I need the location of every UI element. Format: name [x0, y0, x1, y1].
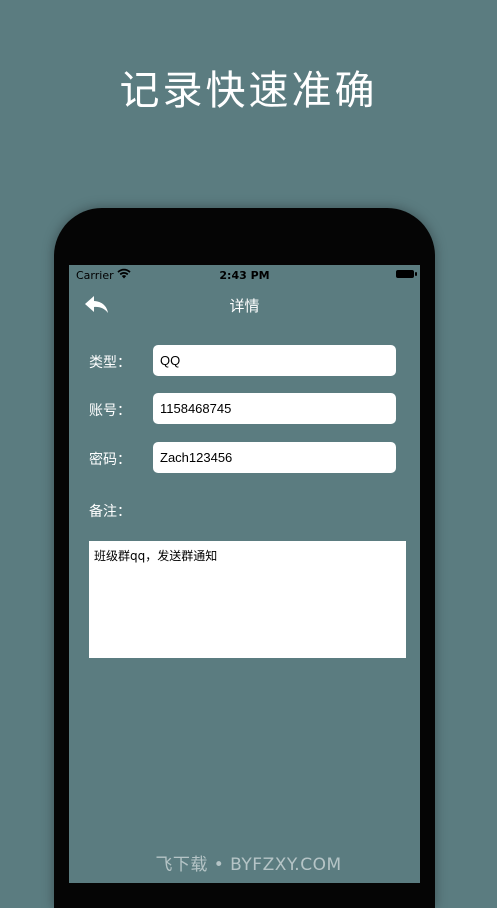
status-bar: Carrier 2:43 PM — [69, 265, 420, 285]
type-input[interactable] — [153, 345, 396, 376]
note-label: 备注： — [89, 504, 131, 520]
navigation-bar: 详情 — [69, 287, 420, 323]
type-label: 类型： — [89, 355, 131, 371]
status-time: 2:43 PM — [219, 269, 270, 282]
account-row: 账号： — [69, 393, 420, 425]
password-label: 密码： — [89, 452, 131, 468]
account-input[interactable] — [153, 393, 396, 424]
watermark-text: 飞下载 • BYFZXY.COM — [155, 855, 342, 875]
note-textarea[interactable]: 班级群qq，发送群通知 — [89, 541, 406, 658]
type-row: 类型： — [69, 345, 420, 377]
password-input[interactable] — [153, 442, 396, 473]
battery-icon — [396, 270, 417, 278]
page-title: 详情 — [229, 297, 260, 315]
account-label: 账号： — [89, 403, 131, 419]
promo-headline: 记录快速准确 — [119, 68, 378, 114]
app-screen: Carrier 2:43 PM 详情 类型： 账号： 密码： 备注： 班级群qq… — [69, 265, 420, 883]
password-row: 密码： — [69, 442, 420, 474]
